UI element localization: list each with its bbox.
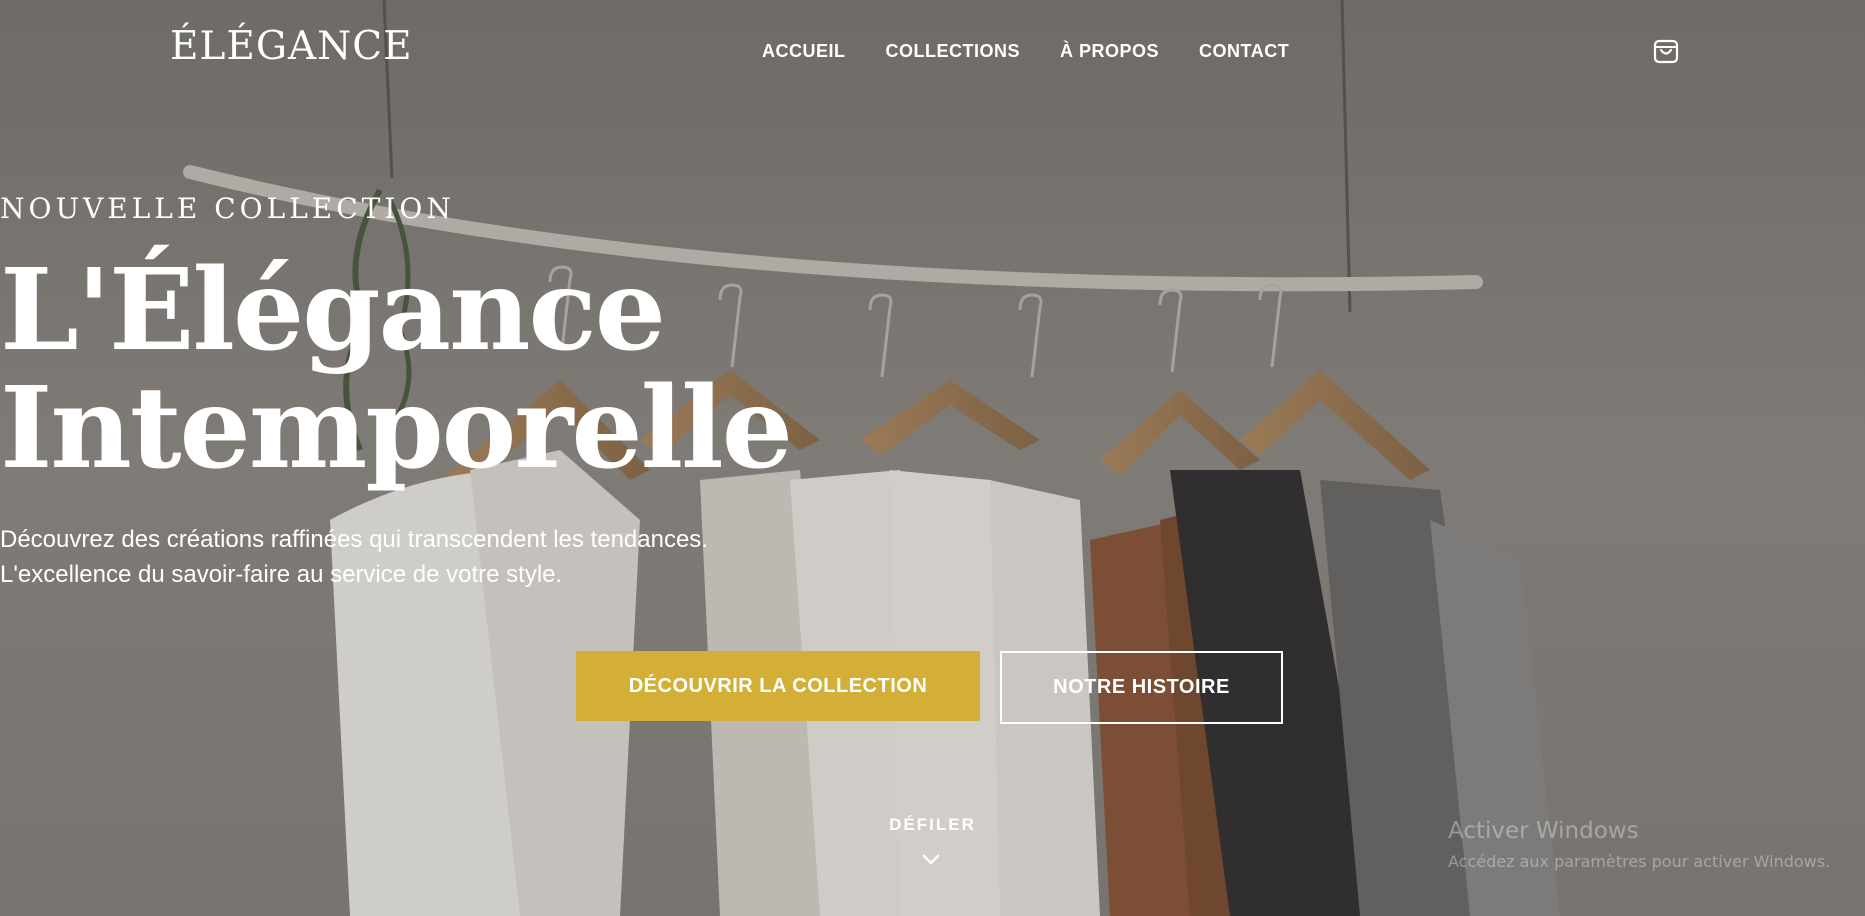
watermark-subtitle: Accédez aux paramètres pour activer Wind…: [1448, 852, 1831, 871]
shopping-bag-icon[interactable]: [1652, 37, 1680, 65]
nav-link-contact[interactable]: CONTACT: [1199, 41, 1289, 62]
watermark-title: Activer Windows: [1448, 818, 1639, 844]
windows-activation-watermark: Activer Windows Accédez aux paramètres p…: [1448, 818, 1830, 871]
hero-subtitle: Découvrez des créations raffinées qui tr…: [0, 522, 1865, 592]
top-navbar: ÉLÉGANCE ACCUEIL COLLECTIONS À PROPOS CO…: [0, 0, 1865, 100]
hero-title: L'Élégance Intemporelle: [0, 252, 1865, 488]
hero-title-line2: Intemporelle: [0, 363, 793, 494]
chevron-down-icon[interactable]: [921, 853, 941, 867]
hero-subtitle-line1: Découvrez des créations raffinées qui tr…: [0, 526, 708, 553]
main-menu: ACCUEIL COLLECTIONS À PROPOS CONTACT: [762, 41, 1289, 62]
brand-logo[interactable]: ÉLÉGANCE: [170, 24, 413, 69]
nav-link-a-propos[interactable]: À PROPOS: [1060, 41, 1159, 62]
discover-collection-button[interactable]: DÉCOUVRIR LA COLLECTION: [576, 651, 980, 721]
nav-link-collections[interactable]: COLLECTIONS: [886, 41, 1021, 62]
hero-eyebrow: NOUVELLE COLLECTION: [0, 192, 455, 225]
our-story-button[interactable]: NOTRE HISTOIRE: [1000, 651, 1283, 724]
hero-subtitle-line2: L'excellence du savoir-faire au service …: [0, 561, 563, 588]
hero-title-line1: L'Élégance: [0, 245, 666, 376]
nav-link-accueil[interactable]: ACCUEIL: [762, 41, 846, 62]
hero-section: ÉLÉGANCE ACCUEIL COLLECTIONS À PROPOS CO…: [0, 0, 1865, 916]
